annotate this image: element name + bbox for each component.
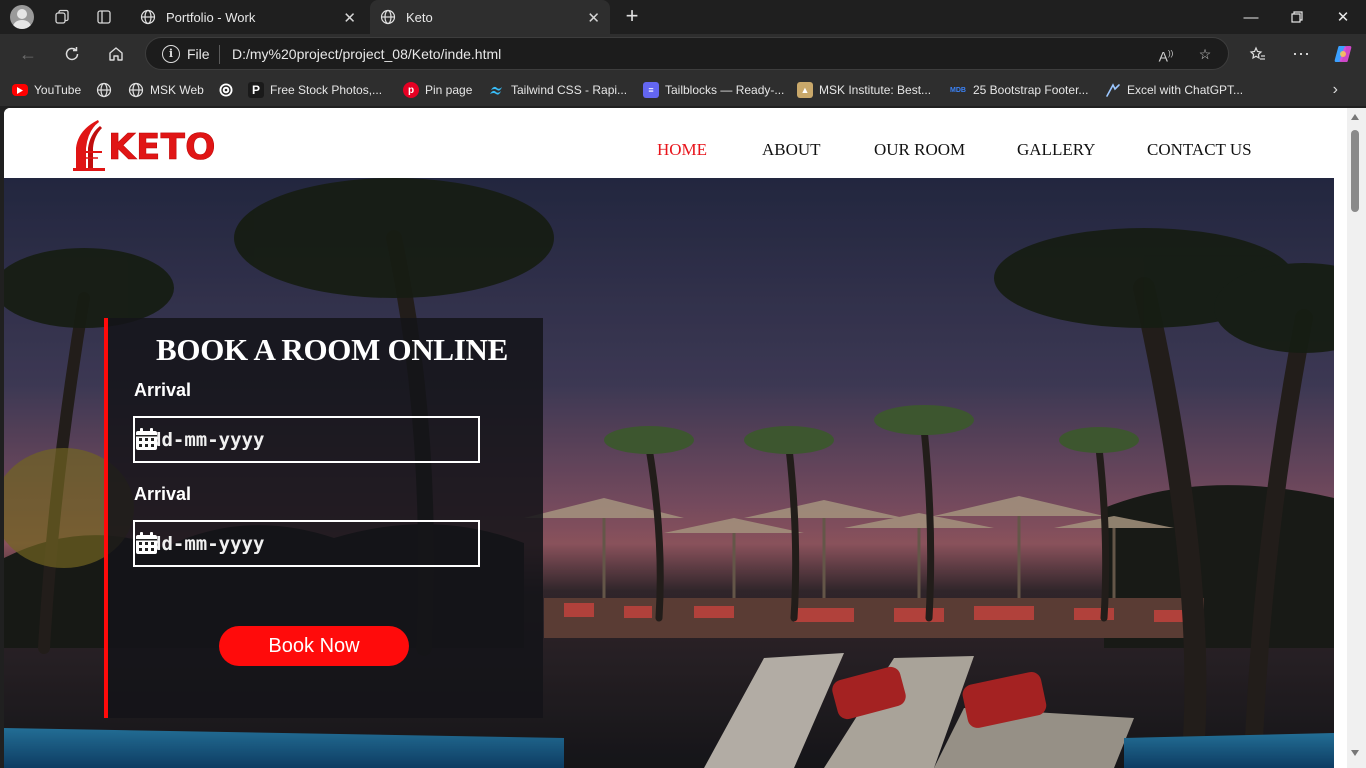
address-bar[interactable]: i File D:/my%20project/project_08/Keto/i… bbox=[145, 37, 1229, 70]
bookmark-tailblocks[interactable]: ≡ Tailblocks — Ready-... bbox=[643, 81, 784, 99]
nav-contact-us[interactable]: CONTACT US bbox=[1147, 140, 1252, 160]
nav-our-room[interactable]: OUR ROOM bbox=[874, 140, 965, 160]
globe-icon bbox=[380, 9, 396, 25]
close-tab-icon[interactable]: ✕ bbox=[587, 9, 600, 27]
workspaces-icon[interactable] bbox=[50, 5, 74, 29]
copilot-icon[interactable] bbox=[1331, 42, 1355, 66]
globe-icon bbox=[128, 82, 144, 98]
read-aloud-icon[interactable]: A)) bbox=[1156, 44, 1176, 65]
mdb-icon: MDB bbox=[950, 86, 966, 94]
bookmark-pin-page[interactable]: p Pin page bbox=[403, 81, 472, 99]
bookmark-label: Tailwind CSS - Rapi... bbox=[511, 83, 628, 97]
bookmark-label: 25 Bootstrap Footer... bbox=[973, 83, 1089, 97]
scheme-label: File bbox=[187, 46, 210, 62]
burj-al-arab-logo-icon bbox=[73, 120, 105, 171]
nav-home[interactable]: HOME bbox=[657, 140, 707, 160]
pinterest-icon: p bbox=[403, 82, 419, 98]
bookmark-excel-chatgpt[interactable]: Excel with ChatGPT... bbox=[1105, 81, 1243, 99]
chevron-right-icon[interactable]: › bbox=[1333, 81, 1338, 99]
calendar-icon[interactable] bbox=[135, 428, 158, 451]
bookmark-label: YouTube bbox=[34, 83, 82, 97]
bookmark-tailwind[interactable]: Tailwind CSS - Rapi... bbox=[489, 81, 627, 99]
site-info-icon[interactable]: i bbox=[162, 45, 180, 63]
tailblocks-icon: ≡ bbox=[643, 82, 659, 98]
page-scrollbar[interactable] bbox=[1347, 108, 1366, 768]
nav-about[interactable]: ABOUT bbox=[762, 140, 821, 160]
bookmark-bootstrap-footer[interactable]: MDB 25 Bootstrap Footer... bbox=[949, 81, 1088, 99]
bookmark-globe[interactable] bbox=[96, 81, 112, 99]
bookmark-label: Pin page bbox=[425, 83, 473, 97]
date-placeholder: dd-mm-yyyy bbox=[150, 533, 265, 555]
arrival-date-input[interactable]: dd-mm-yyyy bbox=[133, 520, 480, 567]
globe-icon bbox=[96, 82, 112, 98]
arrival-date-input[interactable]: dd-mm-yyyy bbox=[133, 416, 480, 463]
bookmark-openai[interactable] bbox=[218, 81, 234, 99]
tailwind-icon bbox=[490, 86, 502, 95]
bookmarks-bar: YouTube MSK Web P Free Stock Photos,... … bbox=[0, 74, 1366, 106]
new-tab-button[interactable]: + bbox=[620, 5, 644, 29]
tab-title: Portfolio - Work bbox=[166, 9, 256, 25]
bookmark-youtube[interactable]: YouTube bbox=[12, 81, 81, 99]
bookmark-label: Tailblocks — Ready-... bbox=[665, 83, 785, 97]
url-text[interactable]: D:/my%20project/project_08/Keto/inde.htm… bbox=[232, 46, 501, 62]
restore-button[interactable] bbox=[1274, 0, 1320, 34]
site-header: KETO HOME ABOUT OUR ROOM GALLERY CONTACT… bbox=[4, 108, 1347, 178]
globe-icon bbox=[140, 9, 156, 25]
institute-icon: ▲ bbox=[797, 82, 813, 98]
bookmark-label: MSK Institute: Best... bbox=[819, 83, 932, 97]
youtube-icon bbox=[12, 84, 28, 96]
bookmark-msk-institute[interactable]: ▲ MSK Institute: Best... bbox=[797, 81, 931, 99]
book-now-button[interactable]: Book Now bbox=[219, 626, 409, 666]
bookmark-label: Excel with ChatGPT... bbox=[1127, 83, 1244, 97]
favorites-icon[interactable] bbox=[1246, 42, 1270, 66]
site-logo[interactable]: KETO bbox=[72, 118, 216, 172]
refresh-icon[interactable] bbox=[60, 42, 84, 66]
minimize-button[interactable]: — bbox=[1228, 0, 1274, 34]
tab-actions-icon[interactable] bbox=[92, 5, 116, 29]
bookmark-label: Free Stock Photos,... bbox=[270, 83, 383, 97]
date-placeholder: dd-mm-yyyy bbox=[150, 429, 265, 451]
profile-avatar-icon[interactable] bbox=[10, 5, 34, 29]
bookmark-pexels[interactable]: P Free Stock Photos,... bbox=[248, 81, 382, 99]
pexels-icon: P bbox=[248, 82, 264, 98]
arrival-label: Arrival bbox=[134, 484, 192, 504]
address-separator bbox=[219, 45, 220, 64]
scroll-down-arrow-icon[interactable] bbox=[1351, 750, 1359, 756]
tab-keto[interactable]: Keto ✕ bbox=[370, 0, 610, 34]
close-window-button[interactable]: ✕ bbox=[1320, 0, 1366, 34]
page-viewport: KETO HOME ABOUT OUR ROOM GALLERY CONTACT… bbox=[4, 108, 1347, 768]
hero-section: BOOK A ROOM ONLINE Arrival dd-mm-yyyy Ar… bbox=[4, 178, 1334, 768]
scrollbar-thumb[interactable] bbox=[1351, 130, 1359, 212]
home-icon[interactable] bbox=[104, 42, 128, 66]
scroll-up-arrow-icon[interactable] bbox=[1351, 114, 1359, 120]
booking-title: BOOK A ROOM ONLINE bbox=[156, 332, 509, 367]
more-menu-icon[interactable]: ⋯ bbox=[1289, 42, 1313, 66]
close-tab-icon[interactable]: ✕ bbox=[343, 9, 356, 27]
excel-chatgpt-icon bbox=[1106, 83, 1120, 97]
booking-form-panel: BOOK A ROOM ONLINE Arrival dd-mm-yyyy Ar… bbox=[104, 318, 543, 718]
browser-toolbar: ← i File D:/my%20project/project_08/Keto… bbox=[0, 34, 1366, 74]
bookmark-label: MSK Web bbox=[150, 83, 204, 97]
tab-portfolio-work[interactable]: Portfolio - Work ✕ bbox=[130, 0, 366, 34]
browser-title-bar: Portfolio - Work ✕ Keto ✕ + — ✕ bbox=[0, 0, 1366, 34]
arrival-label: Arrival bbox=[134, 380, 192, 400]
calendar-icon[interactable] bbox=[135, 532, 158, 555]
favorite-star-icon[interactable]: ☆ bbox=[1195, 44, 1215, 64]
logo-text: KETO bbox=[108, 127, 216, 168]
tab-title: Keto bbox=[406, 9, 433, 25]
openai-icon bbox=[219, 83, 233, 97]
back-arrow-icon[interactable]: ← bbox=[16, 42, 40, 66]
bookmark-msk-web[interactable]: MSK Web bbox=[128, 81, 204, 99]
nav-gallery[interactable]: GALLERY bbox=[1017, 140, 1095, 160]
